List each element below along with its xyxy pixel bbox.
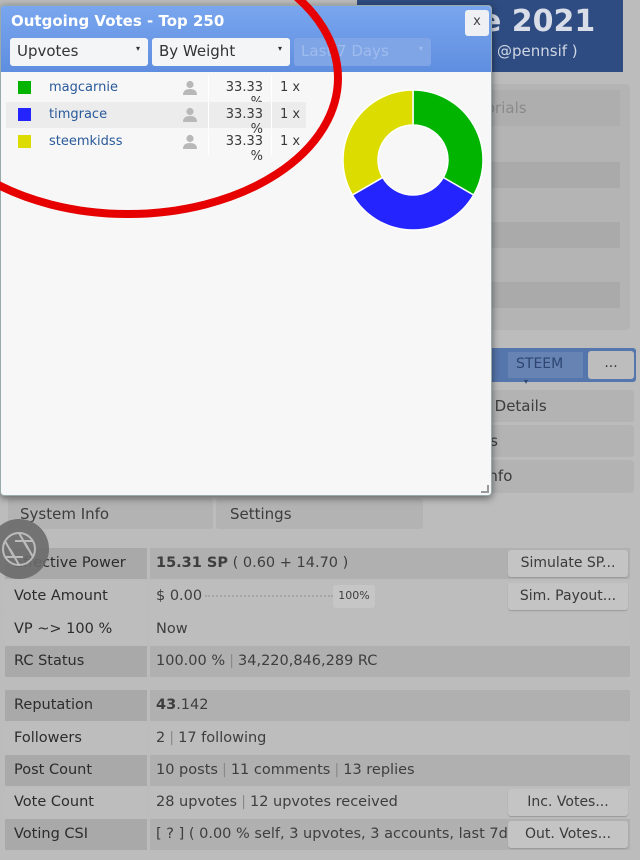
stat-vp: VP ~> 100 % Now: [5, 614, 630, 645]
stat-label: RC Status: [5, 646, 147, 677]
resize-handle[interactable]: [481, 485, 489, 493]
outgoing-votes-button[interactable]: Out. Votes...: [508, 821, 628, 848]
vote-count: 1 x: [279, 80, 301, 95]
profile-username: @pennsif ): [497, 42, 578, 60]
user-icon[interactable]: [183, 107, 197, 126]
voter-link[interactable]: magcarnie: [49, 80, 118, 95]
close-button[interactable]: x: [465, 10, 489, 36]
more-button[interactable]: ...: [588, 351, 634, 379]
votes-donut-chart: [342, 89, 484, 231]
donut-slice-timgrace: [351, 176, 475, 231]
settings-button[interactable]: Settings: [216, 498, 423, 529]
vote-weight-label[interactable]: 100%: [333, 585, 375, 608]
vote-count: 1 x: [279, 107, 301, 122]
donut-slice-magcarnie: [412, 89, 484, 197]
panel-row: [470, 222, 620, 248]
stat-reputation: Reputation 43.142: [5, 690, 630, 721]
user-icon[interactable]: [183, 80, 197, 99]
dialog-title: Outgoing Votes - Top 250: [11, 12, 225, 30]
user-icon[interactable]: [183, 134, 197, 153]
tab-tutorials[interactable]: torials: [470, 90, 620, 126]
info-panel: torials: [470, 84, 630, 330]
dialog-header: Outgoing Votes - Top 250 x Upvotes ▾ By W…: [1, 6, 491, 72]
stat-effective-power: Effective Power 15.31 SP ( 0.60 + 14.70 …: [5, 548, 630, 579]
vote-row: magcarnie 33.33 % 1 x: [6, 75, 306, 110]
stat-vote-count: Vote Count 28 upvotes | 12 upvotes receive…: [5, 787, 630, 818]
simulate-sp-button[interactable]: Simulate SP...: [508, 550, 628, 577]
sort-select[interactable]: By Weight ▾: [152, 38, 290, 66]
stat-vote-amount: Vote Amount $ 0.00 100% Sim. Payout...: [5, 581, 630, 612]
color-swatch: [18, 108, 31, 121]
panel-row: [470, 162, 620, 188]
stats-table: Effective Power 15.31 SP ( 0.60 + 14.70 …: [0, 540, 640, 860]
stat-label: Vote Amount: [5, 581, 147, 612]
profile-title: e 2021: [481, 4, 596, 39]
sim-payout-button[interactable]: Sim. Payout...: [508, 583, 628, 610]
stat-label: VP ~> 100 %: [5, 614, 147, 645]
color-swatch: [18, 135, 31, 148]
vote-type-select[interactable]: Upvotes ▾: [10, 38, 148, 66]
stat-value: 43.142: [150, 690, 630, 721]
incoming-votes-button[interactable]: Inc. Votes...: [508, 789, 628, 816]
stat-voting-csi: Voting CSI [ ? ] ( 0.00 % self, 3 upvote…: [5, 819, 630, 850]
vote-row: steemkidss 33.33 % 1 x: [6, 129, 306, 164]
wallet-toolbar: STEEM ▾ ...: [470, 348, 636, 386]
stat-label: Reputation: [5, 690, 147, 721]
vote-weight-slider[interactable]: [205, 595, 333, 597]
voter-link[interactable]: steemkidss: [49, 134, 122, 149]
stat-label: Followers: [5, 723, 147, 754]
vote-count: 1 x: [279, 134, 301, 149]
stat-post-count: Post Count 10 posts | 11 comments | 13 repli…: [5, 755, 630, 786]
stat-label: Voting CSI: [5, 819, 147, 850]
period-select: Last 7 Days ▾: [294, 38, 431, 66]
vote-percent: 33.33 %: [208, 129, 272, 164]
donut-slice-steemkidss: [342, 89, 414, 197]
vote-percent: 33.33 %: [208, 102, 272, 137]
stat-value: 100.00 % | 34,220,846,289 RC: [150, 646, 630, 677]
stat-value: 10 posts | 11 comments | 13 replies: [150, 755, 630, 786]
color-swatch: [18, 81, 31, 94]
currency-select[interactable]: STEEM ▾: [508, 352, 583, 386]
followers-button[interactable]: rs: [470, 425, 634, 457]
aperture-icon[interactable]: [0, 518, 50, 580]
info-button[interactable]: Info: [470, 460, 634, 493]
stat-label: Vote Count: [5, 787, 147, 818]
vote-row: timgrace 33.33 % 1 x: [6, 102, 306, 137]
vote-percent: 33.33 %: [208, 75, 272, 110]
panel-row: [470, 282, 620, 308]
outgoing-votes-dialog: Outgoing Votes - Top 250 x Upvotes ▾ By W…: [0, 5, 492, 496]
stat-rc-status: RC Status 100.00 % | 34,220,846,289 RC: [5, 646, 630, 677]
account-details-button[interactable]: t Details: [470, 390, 634, 422]
stat-label: Post Count: [5, 755, 147, 786]
stat-value: Now: [150, 614, 630, 645]
stat-value: 2 | 17 following: [150, 723, 630, 754]
stat-followers: Followers 2 | 17 following: [5, 723, 630, 754]
voter-link[interactable]: timgrace: [49, 107, 107, 122]
